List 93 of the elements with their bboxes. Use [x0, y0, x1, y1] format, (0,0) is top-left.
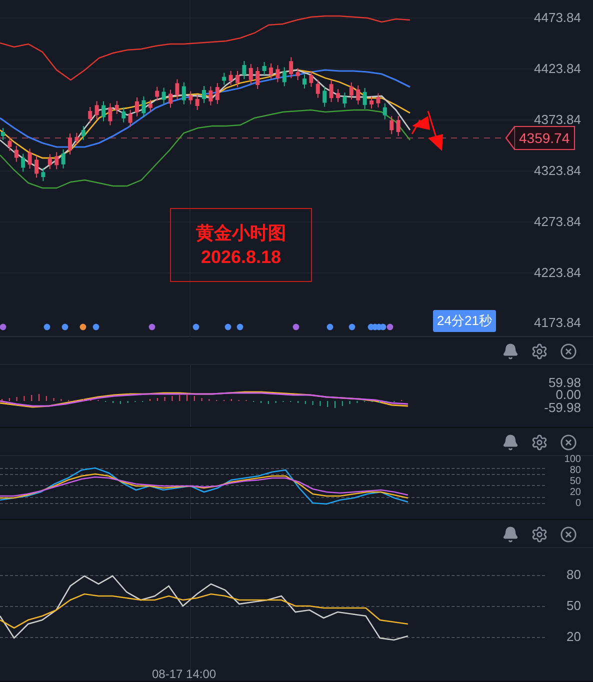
- bell-icon[interactable]: [502, 526, 519, 543]
- candle: [236, 70, 240, 88]
- candle: [148, 99, 152, 112]
- axis-label: 4423.84: [534, 62, 581, 76]
- candle: [88, 106, 92, 124]
- candle: [342, 92, 347, 108]
- axis-label: 59.98: [548, 376, 581, 390]
- candle: [336, 88, 340, 103]
- bell-icon[interactable]: [502, 343, 519, 360]
- axis-label: 100: [564, 455, 581, 465]
- candle: [256, 66, 260, 90]
- axis-label: 4323.84: [534, 164, 581, 178]
- candle: [329, 80, 334, 103]
- settings-icon[interactable]: [531, 434, 548, 451]
- candle: [242, 60, 246, 80]
- arrow-drawing: [411, 110, 443, 151]
- countdown-badge: 24分21秒: [433, 310, 496, 332]
- candle: [28, 148, 32, 170]
- candle: [94, 100, 99, 120]
- candle: [175, 78, 180, 100]
- candle: [302, 74, 306, 90]
- candle: [128, 109, 132, 128]
- settings-icon[interactable]: [531, 343, 548, 360]
- candle: [188, 90, 193, 105]
- candle: [269, 63, 273, 80]
- candle: [248, 64, 253, 84]
- candle: [168, 89, 172, 108]
- candle: [122, 106, 126, 123]
- candle: [135, 96, 139, 117]
- axis-label: 4273.84: [534, 215, 581, 229]
- axis-label: 0.00: [556, 388, 581, 402]
- candle: [276, 64, 280, 83]
- axis-label: 20: [566, 630, 581, 644]
- bell-icon[interactable]: [502, 434, 519, 451]
- candle: [262, 62, 266, 76]
- close-icon[interactable]: [560, 343, 577, 360]
- candle: [282, 66, 286, 87]
- candle: [162, 87, 166, 104]
- candle: [74, 132, 79, 146]
- candle: [289, 56, 294, 79]
- candle: [316, 79, 320, 98]
- axis-label: 80: [566, 568, 581, 582]
- close-icon[interactable]: [560, 526, 577, 543]
- candle: [21, 153, 26, 172]
- axis-label: 4173.84: [534, 316, 581, 330]
- axis-label: 4373.84: [534, 113, 581, 127]
- candle: [362, 87, 367, 110]
- candle: [195, 94, 200, 110]
- candle: [114, 100, 119, 114]
- annotation-title: 黄金小时图: [196, 222, 286, 245]
- candle: [48, 154, 52, 170]
- candle: [296, 68, 300, 81]
- axis-label: 50: [570, 477, 581, 487]
- axis-label: 20: [570, 488, 581, 498]
- candle: [382, 102, 387, 120]
- candle: [1, 128, 5, 140]
- candle: [356, 84, 360, 105]
- close-icon[interactable]: [560, 434, 577, 451]
- candle: [390, 116, 394, 135]
- time-label: 08-17 14:00: [152, 666, 216, 682]
- candle: [102, 100, 106, 122]
- candle: [14, 145, 18, 162]
- candle: [376, 92, 380, 108]
- tag-pointer-icon: [505, 126, 515, 150]
- candle: [41, 168, 46, 182]
- candle: [215, 82, 220, 105]
- axis-label: -59.98: [544, 401, 581, 415]
- candle: [34, 155, 38, 178]
- candle: [322, 86, 327, 108]
- axis-label: 4223.84: [534, 266, 581, 280]
- candle: [68, 133, 72, 156]
- candle: [142, 96, 146, 118]
- candle: [61, 148, 66, 169]
- axis-label: 50: [566, 599, 581, 613]
- axis-label: 0: [575, 499, 581, 509]
- candle: [8, 136, 12, 152]
- candle: [228, 70, 233, 86]
- candle: [54, 152, 59, 170]
- candle: [222, 72, 226, 86]
- candle: [155, 86, 160, 102]
- candle: [208, 86, 213, 106]
- candle: [108, 102, 112, 126]
- axis-label: 80: [570, 466, 581, 476]
- candle: [349, 82, 354, 100]
- annotation-date: 2026.8.18: [200, 246, 282, 269]
- candle: [202, 86, 206, 104]
- settings-icon[interactable]: [531, 526, 548, 543]
- candle: [370, 96, 374, 109]
- candle: [182, 82, 186, 105]
- candle: [81, 126, 86, 141]
- candle: [309, 70, 314, 88]
- axis-label: 4473.84: [534, 11, 581, 25]
- candle: [396, 116, 400, 136]
